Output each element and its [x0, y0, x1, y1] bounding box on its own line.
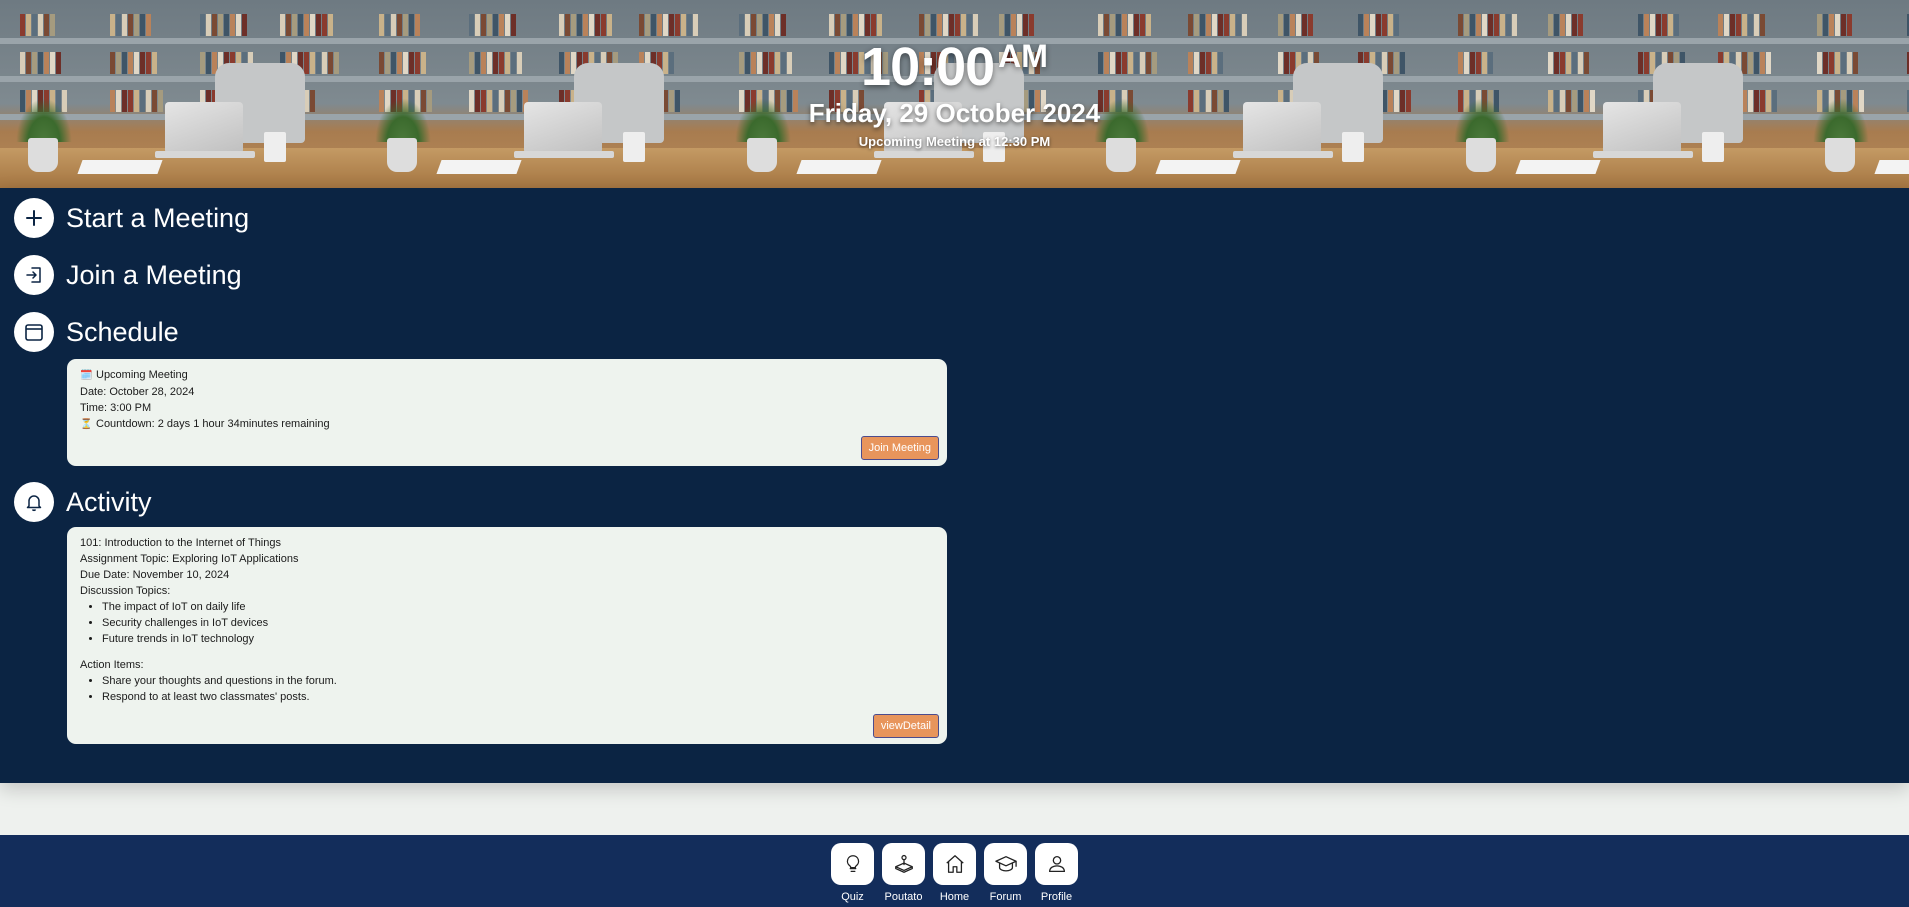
join-meeting-button[interactable]: Join a Meeting	[14, 255, 242, 295]
list-item: Respond to at least two classmates' post…	[102, 689, 934, 705]
upcoming-meeting-heading: 🗓️ Upcoming Meeting	[80, 367, 934, 384]
course-title: 101: Introduction to the Internet of Thi…	[80, 537, 281, 549]
action-items-heading: Action Items:	[80, 659, 144, 671]
nav-home[interactable]: Home	[933, 843, 976, 907]
user-icon	[1035, 843, 1078, 885]
hourglass-icon: ⏳	[80, 419, 93, 430]
list-item: Future trends in IoT technology	[102, 631, 934, 647]
list-item: The impact of IoT on daily life	[102, 599, 934, 615]
activity-label: Activity	[66, 486, 152, 517]
clock-time: 10:00	[861, 37, 995, 97]
nav-quiz[interactable]: Quiz	[831, 843, 874, 907]
countdown-text: Countdown: 2 days 1 hour 34minutes remai…	[96, 418, 330, 430]
nav-label: Profile	[1040, 891, 1073, 903]
list-item: Security challenges in IoT devices	[102, 615, 934, 631]
plus-icon	[14, 198, 54, 238]
nav-label: Quiz	[841, 891, 864, 903]
activity-button[interactable]: Activity	[14, 482, 152, 522]
sign-in-icon	[14, 255, 54, 295]
calendar-emoji-icon: 🗓️	[80, 370, 93, 381]
nav-poutato[interactable]: Poutato	[882, 843, 925, 907]
join-meeting-card-button[interactable]: Join Meeting	[860, 436, 939, 460]
nav-forum[interactable]: Forum	[984, 843, 1027, 907]
list-item: Share your thoughts and questions in the…	[102, 673, 934, 689]
nav-label: Home	[939, 891, 970, 903]
hero-banner: 10:00 AM Friday, 29 October 2024 Upcoming…	[0, 0, 1909, 188]
activity-card: 101: Introduction to the Internet of Thi…	[67, 527, 947, 744]
clock: 10:00 AM	[0, 36, 1909, 98]
due-date: Due Date: November 10, 2024	[80, 569, 230, 581]
discussion-list: The impact of IoT on daily life Security…	[102, 599, 934, 647]
bottom-navigation: Quiz Poutato Home Forum Profile	[0, 835, 1909, 907]
join-meeting-label: Join a Meeting	[66, 259, 242, 290]
home-icon	[933, 843, 976, 885]
graduation-cap-icon	[984, 843, 1027, 885]
upcoming-meeting-notice: Upcoming Meeting at 12:30 PM	[858, 134, 1051, 149]
hero-overlay: 10:00 AM Friday, 29 October 2024 Upcoming…	[0, 0, 1909, 188]
nav-profile[interactable]: Profile	[1035, 843, 1078, 907]
view-detail-button[interactable]: viewDetail	[872, 714, 939, 738]
joystick-icon	[882, 843, 925, 885]
nav-label: Forum	[989, 891, 1022, 903]
start-meeting-button[interactable]: Start a Meeting	[14, 198, 249, 238]
schedule-button[interactable]: Schedule	[14, 312, 179, 352]
upcoming-meeting-title: Upcoming Meeting	[96, 369, 188, 381]
meeting-date: Date: October 28, 2024	[80, 386, 195, 398]
lightbulb-icon	[831, 843, 874, 885]
start-meeting-label: Start a Meeting	[66, 202, 250, 233]
calendar-icon	[14, 312, 54, 352]
clock-ampm: AM	[998, 38, 1048, 74]
meeting-countdown: ⏳ Countdown: 2 days 1 hour 34minutes rema…	[80, 416, 934, 433]
nav-label: Poutato	[884, 891, 923, 903]
action-items-list: Share your thoughts and questions in the…	[102, 673, 934, 705]
assignment-topic: Assignment Topic: Exploring IoT Applicat…	[80, 553, 299, 565]
current-date: Friday, 29 October 2024	[808, 98, 1101, 128]
main-panel: Start a Meeting Join a Meeting Schedule …	[0, 188, 1909, 783]
discussion-heading: Discussion Topics:	[80, 585, 171, 597]
schedule-label: Schedule	[66, 316, 179, 347]
upcoming-meeting-card: 🗓️ Upcoming Meeting Date: October 28, 202…	[67, 359, 947, 466]
bell-icon	[14, 482, 54, 522]
meeting-time: Time: 3:00 PM	[80, 402, 152, 414]
